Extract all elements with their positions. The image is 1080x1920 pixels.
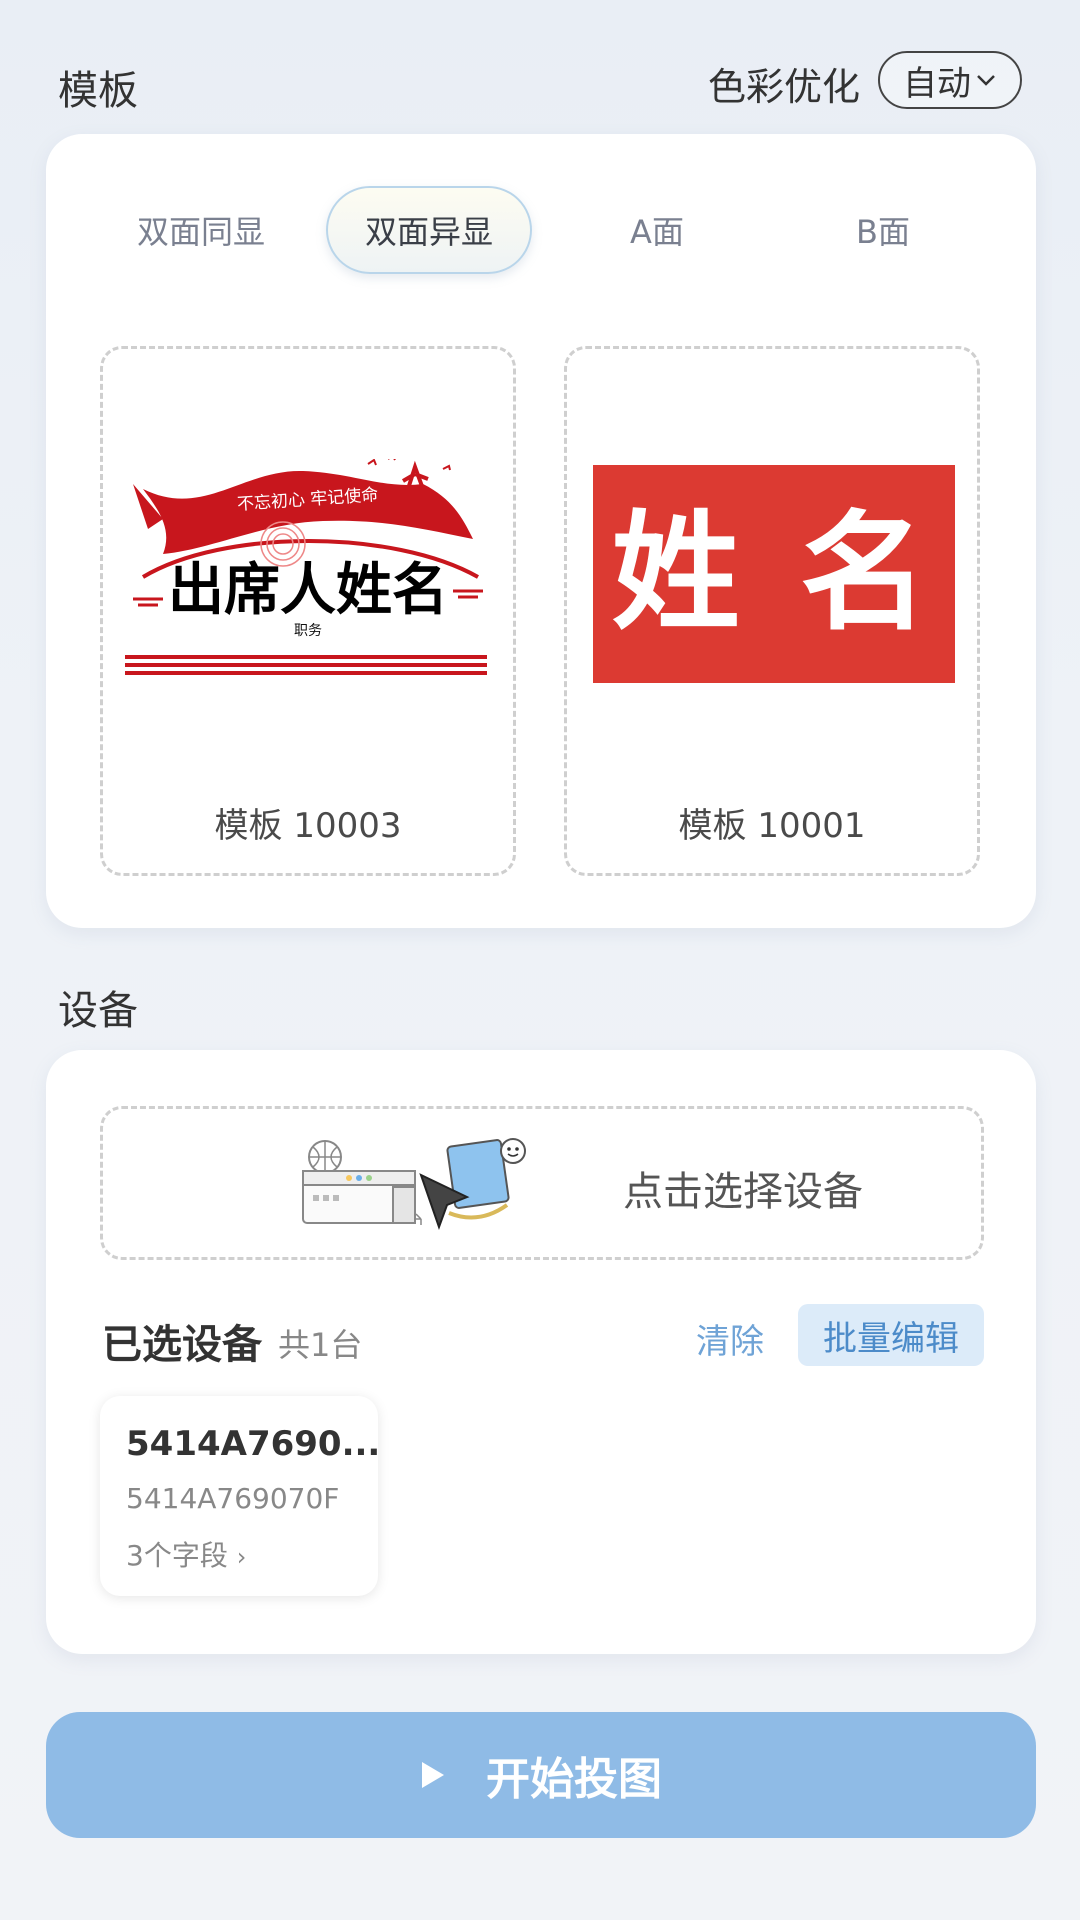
template-name: 模板 10003 — [214, 806, 402, 846]
selected-devices-title: 已选设备 — [102, 1322, 262, 1368]
start-projection-button[interactable]: 开始投图 — [46, 1712, 1036, 1838]
template-section-title: 模板 — [58, 68, 138, 114]
color-optimize-label: 色彩优化 — [707, 65, 860, 109]
display-mode-tabs: 双面同显 双面异显 A面 B面 — [46, 186, 1036, 276]
device-id: 5414A769070F — [126, 1482, 340, 1515]
template-name: 模板 10001 — [678, 806, 866, 846]
preview-name-text: 姓 名 — [611, 499, 937, 648]
device-section-title: 设备 — [58, 988, 138, 1034]
color-optimize-value: 自动 — [903, 63, 971, 104]
preview-main-text: 出席人姓名 — [168, 558, 448, 623]
template-preview-10001: 姓 名 — [593, 465, 955, 683]
batch-edit-button[interactable]: 批量编辑 — [798, 1304, 984, 1366]
tab-double-different[interactable]: 双面异显 — [326, 186, 532, 274]
tab-side-a[interactable]: A面 — [554, 186, 760, 274]
color-optimize-select[interactable]: 自动 — [878, 51, 1022, 109]
play-icon — [422, 1762, 444, 1788]
tab-double-same[interactable]: 双面同显 — [98, 186, 304, 274]
device-fields-link[interactable]: 3个字段 › — [126, 1534, 246, 1574]
template-preview-10003: 不忘初心 牢记使命 出席人姓名 职务 — [125, 459, 487, 675]
start-projection-label: 开始投图 — [486, 1754, 662, 1805]
device-item[interactable]: 5414A7690... 5414A769070F 3个字段 › — [100, 1396, 381, 1596]
chevron-down-icon — [977, 75, 995, 86]
clear-button[interactable]: 清除 — [696, 1314, 764, 1363]
selected-devices-count: 共1台 — [278, 1326, 363, 1364]
tab-side-b[interactable]: B面 — [780, 186, 986, 274]
template-option-10001[interactable]: 姓 名 模板 10001 — [564, 346, 980, 876]
chevron-right-icon: › — [236, 1543, 247, 1571]
device-illustration-icon — [302, 1138, 526, 1230]
select-device-button[interactable]: 点击选择设备 — [100, 1106, 984, 1260]
device-fields-label: 3个字段 — [126, 1539, 228, 1572]
template-card: 双面同显 双面异显 A面 B面 不忘初心 牢记使命 出席人姓名 职务 模板 10… — [46, 134, 1036, 928]
device-card: 点击选择设备 已选设备 共1台 清除 批量编辑 5414A7690... 541… — [46, 1050, 1036, 1654]
select-device-label: 点击选择设备 — [623, 1169, 863, 1215]
template-option-10003[interactable]: 不忘初心 牢记使命 出席人姓名 职务 模板 10003 — [100, 346, 516, 876]
preview-sub-text: 职务 — [294, 623, 322, 639]
device-title: 5414A7690... — [126, 1424, 381, 1464]
